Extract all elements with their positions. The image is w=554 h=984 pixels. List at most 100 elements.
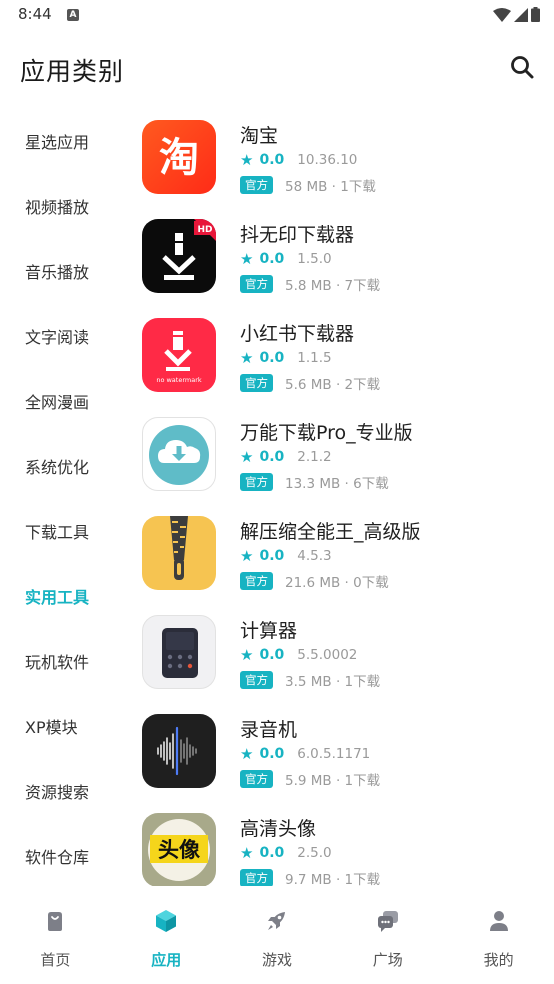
nav-games[interactable]: 游戏 (222, 888, 333, 984)
star-icon: ★ (240, 547, 254, 565)
category-item-featured[interactable]: 星选应用 (0, 108, 122, 173)
rating-value: 0.0 (259, 251, 285, 267)
nav-label: 广场 (372, 951, 403, 969)
nav-label: 游戏 (261, 951, 292, 969)
size-downloads: 21.6 MB · 0下载 (285, 575, 389, 591)
app-list-item[interactable]: 录音机 ★ 0.0 6.0.5.1171 官方 5.9 MB · 1下载 (130, 702, 554, 801)
app-list-item[interactable]: 计算器 ★ 0.0 5.5.0002 官方 3.5 MB · 1下载 (130, 603, 554, 702)
app-version: 10.36.10 (297, 152, 358, 168)
category-item-reading[interactable]: 文字阅读 (0, 303, 122, 368)
svg-text:头像: 头像 (158, 838, 201, 862)
app-name: 高清头像 (240, 818, 317, 840)
app-version: 2.5.0 (297, 845, 332, 861)
app-list-item[interactable]: 万能下载Pro_专业版 ★ 0.0 2.1.2 官方 13.3 MB · 6下载 (130, 405, 554, 504)
nav-label: 首页 (40, 951, 71, 969)
svg-text:no watermark: no watermark (156, 376, 202, 384)
app-cube-icon (156, 910, 177, 932)
app-name: 淘宝 (240, 125, 279, 147)
rating-value: 0.0 (259, 350, 285, 366)
category-item-utilities[interactable]: 实用工具 (0, 563, 122, 628)
size-downloads: 13.3 MB · 6下载 (285, 476, 389, 492)
app-name: 解压缩全能王_高级版 (240, 521, 421, 543)
nav-home[interactable]: 首页 (0, 888, 111, 984)
meta-row: 官方 21.6 MB · 0下载 (240, 571, 389, 591)
category-item-phone-tweaks[interactable]: 玩机软件 (0, 628, 122, 693)
search-button[interactable] (508, 53, 538, 83)
rating-row: ★ 0.0 1.1.5 (240, 349, 332, 367)
nav-apps[interactable]: 应用 (111, 888, 222, 984)
notification-icon: A (67, 9, 79, 21)
meta-row: 官方 5.9 MB · 1下载 (240, 769, 380, 789)
app-version: 1.1.5 (297, 350, 332, 366)
star-icon: ★ (240, 646, 254, 664)
svg-text:HD: HD (197, 225, 212, 235)
app-version: 2.1.2 (297, 449, 332, 465)
app-name: 万能下载Pro_专业版 (240, 422, 413, 444)
download-arrow-app-icon: HD (142, 219, 216, 293)
star-icon: ★ (240, 349, 254, 367)
cloud-download-app-icon (142, 417, 216, 491)
rating-value: 0.0 (259, 152, 285, 168)
size-downloads: 58 MB · 1下载 (285, 179, 376, 195)
nav-profile[interactable]: 我的 (443, 888, 554, 984)
avatar-app-icon: 头像 (142, 813, 216, 886)
star-icon: ★ (240, 250, 254, 268)
rating-row: ★ 0.0 2.1.2 (240, 448, 332, 466)
category-item-comics[interactable]: 全网漫画 (0, 368, 122, 433)
app-list-item[interactable]: 解压缩全能王_高级版 ★ 0.0 4.5.3 官方 21.6 MB · 0下载 (130, 504, 554, 603)
meta-row: 官方 3.5 MB · 1下载 (240, 670, 380, 690)
app-name: 抖无印下载器 (240, 224, 355, 246)
svg-text:淘: 淘 (159, 135, 199, 181)
status-indicators (493, 7, 540, 22)
app-list-item[interactable]: 头像 高清头像 ★ 0.0 2.5.0 官方 9.7 MB · 1下载 (130, 801, 554, 886)
nav-square[interactable]: 广场 (332, 888, 443, 984)
size-downloads: 3.5 MB · 1下载 (285, 674, 381, 690)
official-badge: 官方 (240, 869, 273, 886)
rating-row: ★ 0.0 10.36.10 (240, 151, 357, 169)
category-item-system[interactable]: 系统优化 (0, 433, 122, 498)
meta-row: 官方 13.3 MB · 6下载 (240, 472, 389, 492)
official-badge: 官方 (240, 176, 273, 194)
page-title: 应用类别 (20, 57, 125, 86)
rating-row: ★ 0.0 6.0.5.1171 (240, 745, 370, 763)
size-downloads: 5.8 MB · 7下载 (285, 278, 381, 294)
category-item-xp-modules[interactable]: XP模块 (0, 693, 122, 758)
status-bar: 8:44 A (0, 0, 554, 32)
app-list: 淘 淘宝 ★ 0.0 10.36.10 官方 58 MB · 1下载 HD 抖无… (130, 108, 554, 886)
app-list-item[interactable]: HD 抖无印下载器 ★ 0.0 1.5.0 官方 5.8 MB · 7下载 (130, 207, 554, 306)
nav-label: 应用 (151, 951, 182, 969)
size-downloads: 9.7 MB · 1下载 (285, 872, 381, 886)
category-item-video[interactable]: 视频播放 (0, 173, 122, 238)
rating-value: 0.0 (259, 845, 285, 861)
rating-row: ★ 0.0 5.5.0002 (240, 646, 357, 664)
size-downloads: 5.9 MB · 1下载 (285, 773, 381, 789)
app-name: 小红书下载器 (240, 323, 355, 345)
category-item-software-repo[interactable]: 软件仓库 (0, 823, 122, 888)
chat-bubbles-icon (377, 911, 398, 932)
meta-row: 官方 5.8 MB · 7下载 (240, 274, 380, 294)
app-name: 录音机 (240, 719, 298, 741)
zipper-app-icon (142, 516, 216, 590)
category-item-resource-search[interactable]: 资源搜索 (0, 758, 122, 823)
official-badge: 官方 (240, 770, 273, 788)
meta-row: 官方 9.7 MB · 1下载 (240, 868, 380, 886)
star-icon: ★ (240, 151, 254, 169)
star-icon: ★ (240, 448, 254, 466)
app-list-item[interactable]: no watermark 小红书下载器 ★ 0.0 1.1.5 官方 5.6 M… (130, 306, 554, 405)
status-time: 8:44 (18, 5, 52, 23)
rating-row: ★ 0.0 1.5.0 (240, 250, 332, 268)
app-list-item[interactable]: 淘 淘宝 ★ 0.0 10.36.10 官方 58 MB · 1下载 (130, 108, 554, 207)
app-version: 1.5.0 (297, 251, 332, 267)
taobao-app-icon: 淘 (142, 120, 216, 194)
rating-row: ★ 0.0 2.5.0 (240, 844, 332, 862)
category-item-download-tools[interactable]: 下载工具 (0, 498, 122, 563)
app-version: 5.5.0002 (297, 647, 358, 663)
category-item-music[interactable]: 音乐播放 (0, 238, 122, 303)
official-badge: 官方 (240, 671, 273, 689)
app-version: 6.0.5.1171 (297, 746, 371, 762)
search-icon (511, 56, 534, 79)
meta-row: 官方 5.6 MB · 2下载 (240, 373, 380, 393)
star-icon: ★ (240, 844, 254, 862)
app-version: 4.5.3 (297, 548, 332, 564)
rating-row: ★ 0.0 4.5.3 (240, 547, 332, 565)
